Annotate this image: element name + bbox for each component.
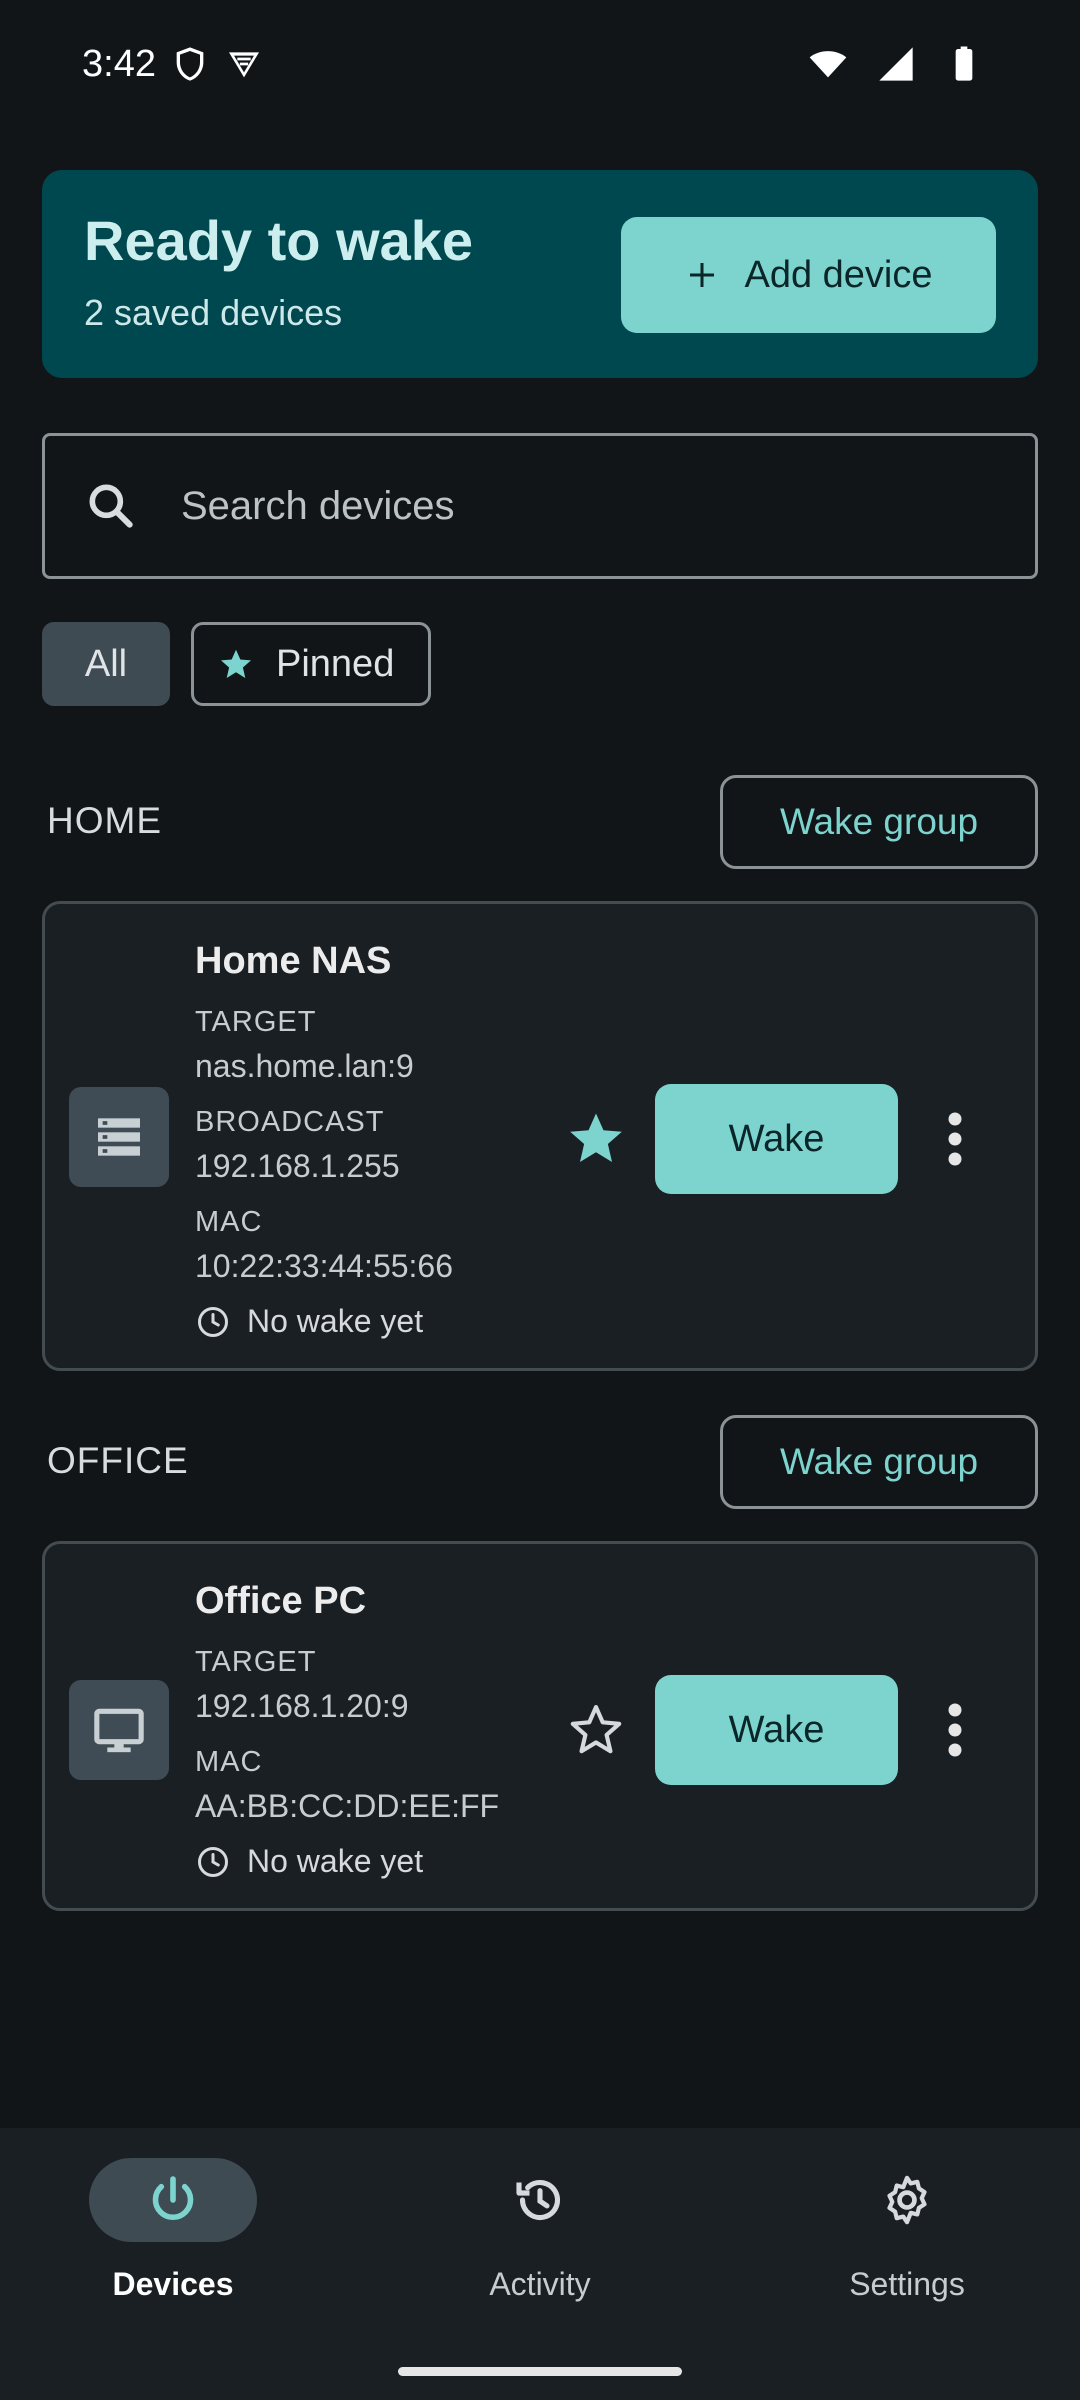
filter-chip-pinned[interactable]: Pinned: [191, 622, 431, 706]
nav-item-activity[interactable]: Activity: [414, 2158, 674, 2318]
group-label-office: OFFICE: [47, 1440, 189, 1481]
broadcast-label: BROADCAST: [195, 1106, 385, 1138]
nav-item-devices[interactable]: Devices: [47, 2158, 307, 2318]
nav-active-indicator: [89, 2158, 257, 2242]
more-vert-icon[interactable]: [939, 1109, 971, 1169]
server-icon: [98, 1118, 140, 1156]
power-icon: [152, 2176, 194, 2220]
hero-title: Ready to wake: [84, 209, 474, 272]
group-label-home: HOME: [47, 800, 162, 841]
device-card-office-pc[interactable]: Office PC TARGET 192.168.1.20:9 MAC AA:B…: [42, 1541, 1038, 1911]
mac-label: MAC: [195, 1206, 263, 1238]
star-filled-icon[interactable]: [565, 1107, 627, 1169]
mac-value: 10:22:33:44:55:66: [195, 1248, 454, 1284]
clock-icon: [198, 1846, 228, 1877]
status-time: 3:42: [82, 42, 156, 85]
last-wake-status: No wake yet: [195, 1843, 423, 1880]
add-device-button[interactable]: Add device: [621, 217, 996, 333]
nav-label-settings: Settings: [849, 2266, 965, 2302]
search-field[interactable]: [42, 433, 1038, 579]
device-name: Office PC: [195, 1580, 367, 1622]
target-value: 192.168.1.20:9: [195, 1688, 409, 1724]
mac-label: MAC: [195, 1746, 263, 1778]
nav-icon-wrap: [456, 2158, 624, 2242]
star-outline-icon[interactable]: [565, 1698, 627, 1760]
star-filled-icon: [221, 649, 251, 678]
signal-icon: [879, 47, 913, 81]
filter-pinned-label: Pinned: [276, 642, 395, 685]
plus-icon: [690, 263, 715, 287]
history-icon: [516, 2179, 561, 2221]
device-card-home-nas[interactable]: Home NAS TARGET nas.home.lan:9 BROADCAST…: [42, 901, 1038, 1371]
monitor-icon: [94, 1708, 144, 1753]
search-input[interactable]: [181, 483, 961, 529]
add-device-label: Add device: [744, 253, 933, 296]
nav-icon-wrap: [823, 2158, 991, 2242]
target-label: TARGET: [195, 1006, 317, 1038]
wake-button[interactable]: Wake: [655, 1084, 898, 1194]
search-icon: [89, 484, 133, 528]
status-hero-card: Ready to wake 2 saved devices Add device: [42, 170, 1038, 378]
last-wake-text: No wake yet: [247, 1303, 424, 1339]
mac-value: AA:BB:CC:DD:EE:FF: [195, 1788, 500, 1824]
wake-group-office-button[interactable]: Wake group: [720, 1415, 1038, 1509]
wifi-icon: [809, 51, 847, 78]
home-gesture-bar[interactable]: [398, 2367, 682, 2376]
broadcast-value: 192.168.1.255: [195, 1148, 400, 1184]
target-value: nas.home.lan:9: [195, 1048, 414, 1084]
wake-group-home-button[interactable]: Wake group: [720, 775, 1038, 869]
filter-chip-all[interactable]: All: [42, 622, 170, 706]
vpn-triangle-icon: [228, 52, 259, 78]
nav-label-activity: Activity: [489, 2266, 591, 2302]
battery-icon: [955, 46, 973, 81]
more-vert-icon[interactable]: [939, 1700, 971, 1760]
last-wake-status: No wake yet: [195, 1303, 423, 1340]
nav-label-devices: Devices: [112, 2266, 234, 2302]
target-label: TARGET: [195, 1646, 317, 1678]
filter-all-label: All: [84, 642, 128, 685]
gear-icon: [887, 2175, 927, 2225]
device-type-badge: [69, 1087, 169, 1187]
device-name: Home NAS: [195, 940, 392, 982]
status-bar: 3:42: [0, 0, 1080, 128]
bottom-navigation: Devices Activity Settings: [0, 2128, 1080, 2400]
device-type-badge: [69, 1680, 169, 1780]
hero-subtitle: 2 saved devices: [84, 292, 343, 333]
last-wake-text: No wake yet: [247, 1843, 424, 1879]
shield-icon: [176, 47, 204, 81]
wake-button[interactable]: Wake: [655, 1675, 898, 1785]
nav-item-settings[interactable]: Settings: [781, 2158, 1041, 2318]
clock-icon: [198, 1306, 228, 1337]
